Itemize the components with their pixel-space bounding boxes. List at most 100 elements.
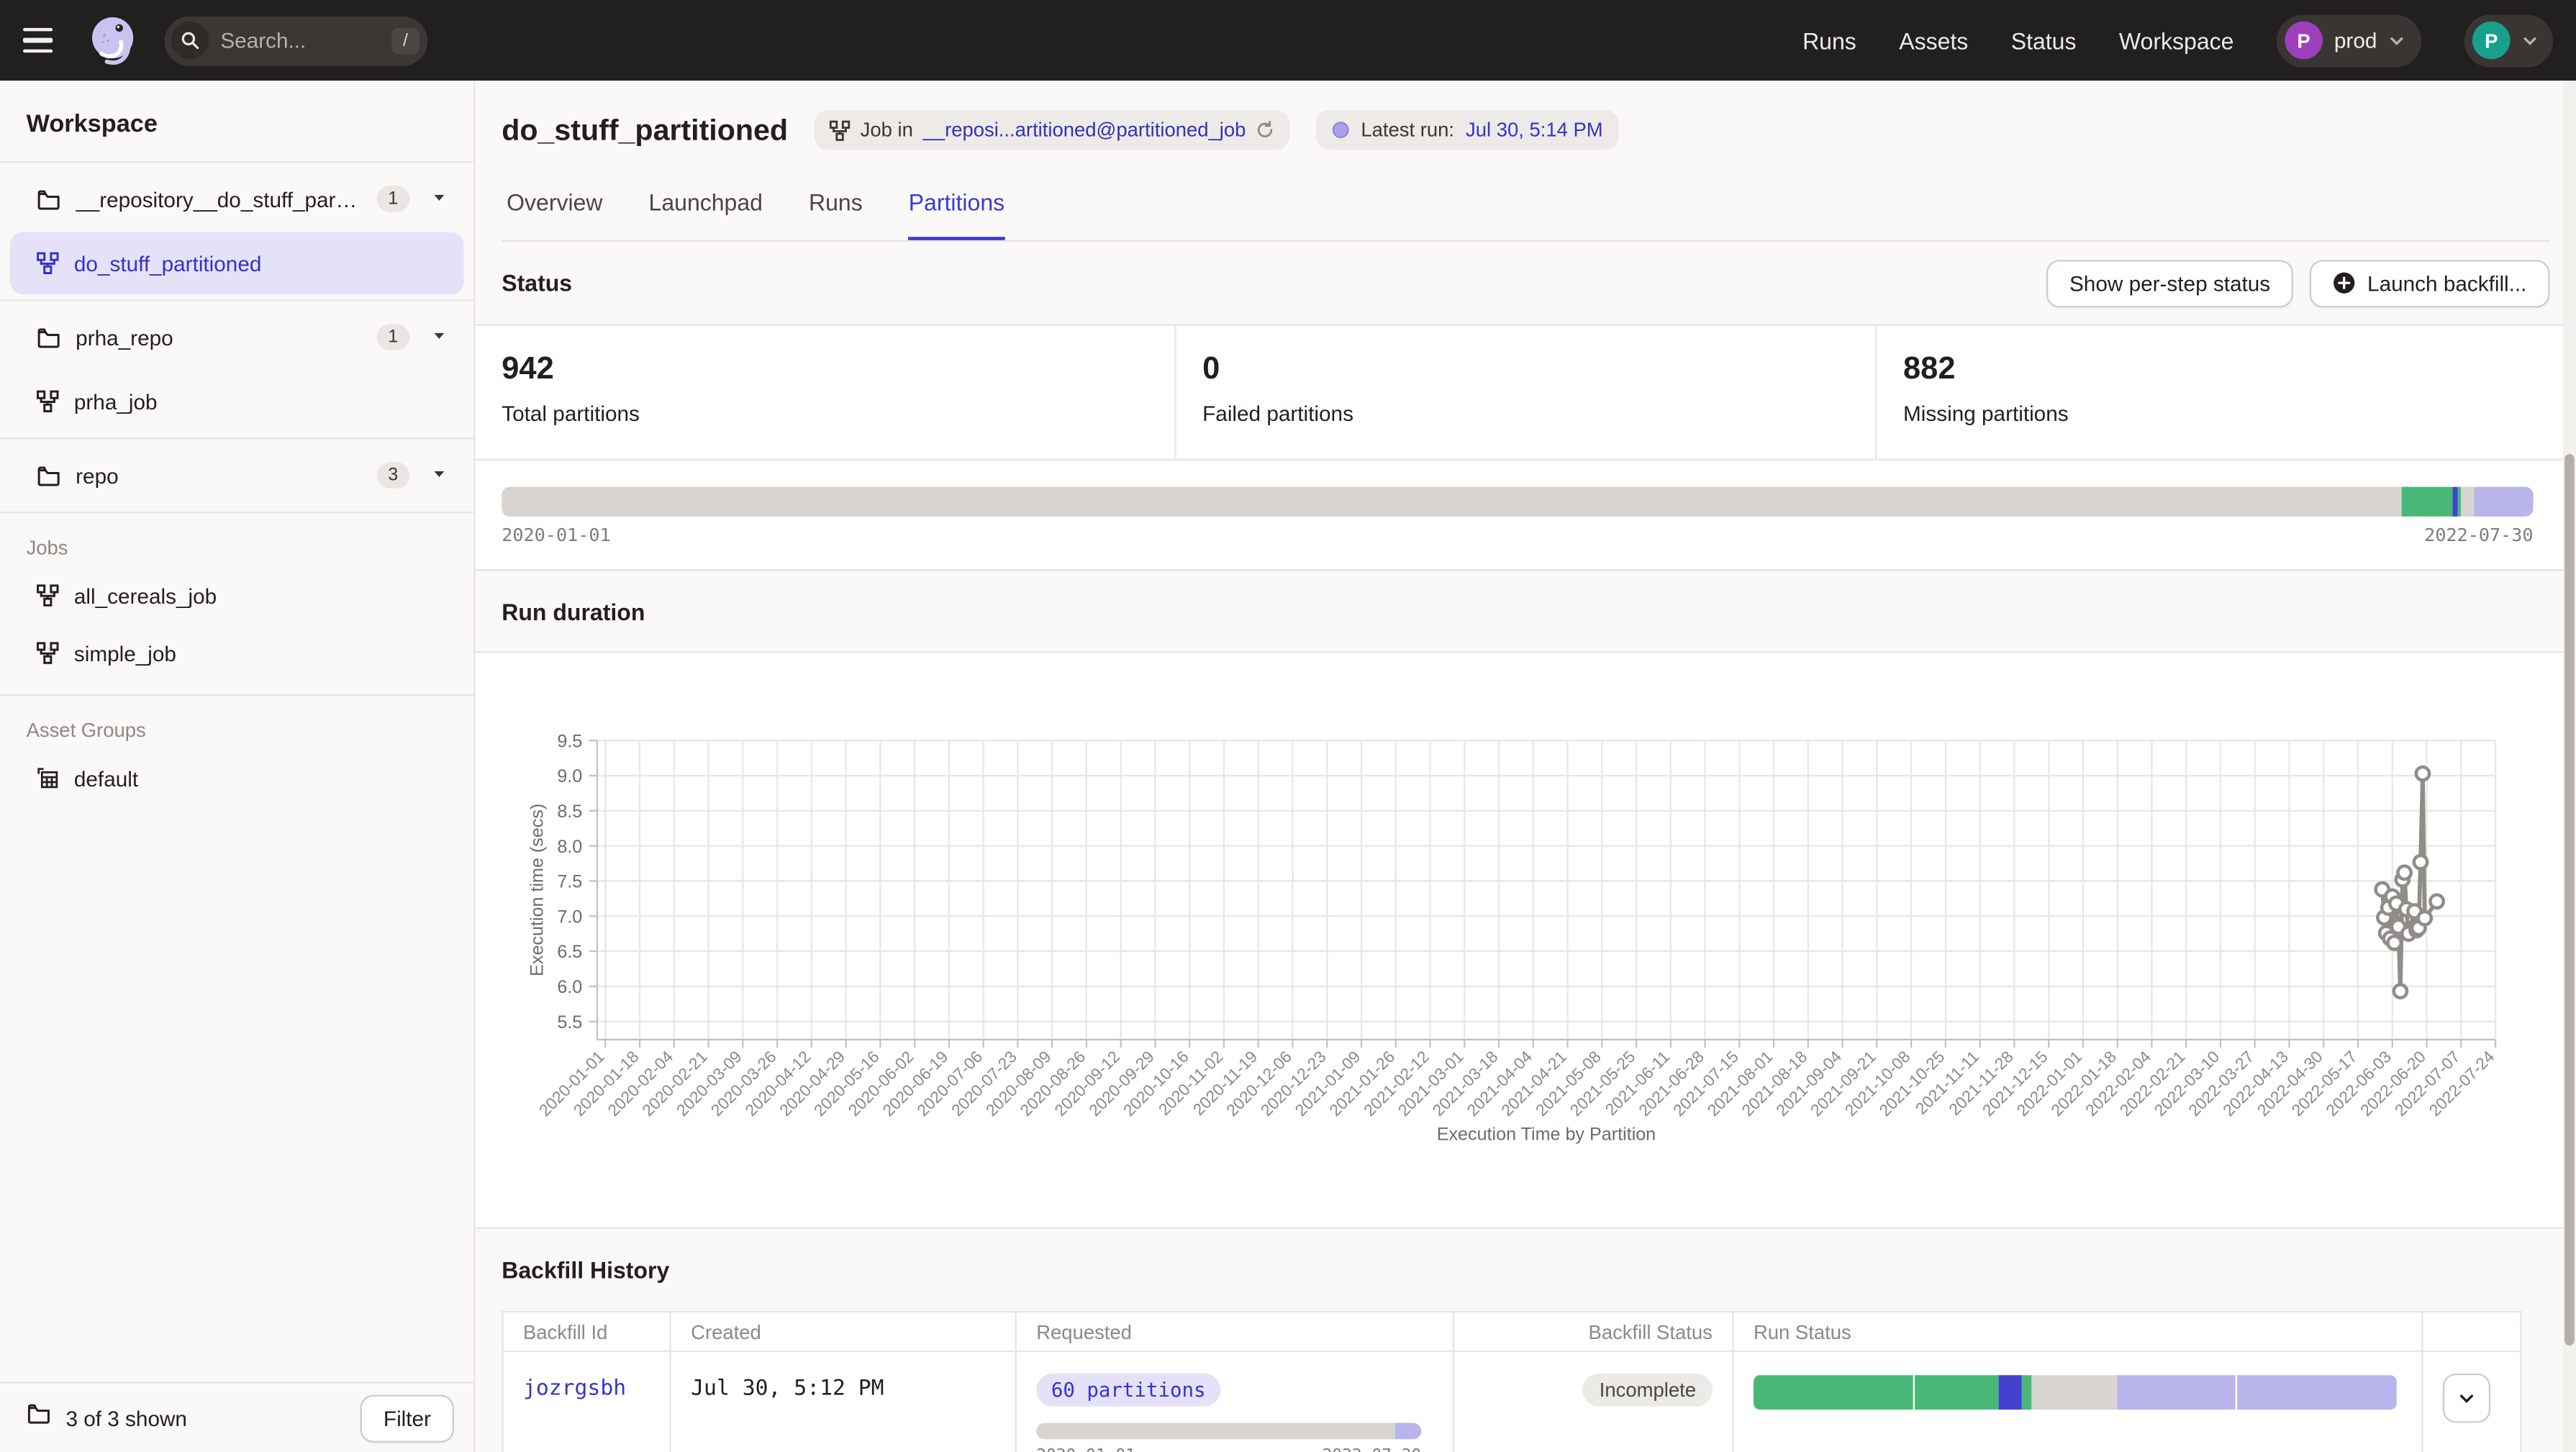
sidebar-footer: 3 of 3 shown Filter — [0, 1381, 473, 1452]
nav-link-runs[interactable]: Runs — [1802, 27, 1856, 54]
stat-label: Missing partitions — [1903, 401, 2536, 426]
nav-link-assets[interactable]: Assets — [1899, 27, 1968, 54]
folder-icon — [36, 325, 60, 350]
caret-down-icon[interactable] — [431, 322, 448, 352]
bar-segment-green — [2402, 487, 2452, 517]
caret-down-icon[interactable] — [431, 184, 448, 214]
requested-partitions-badge[interactable]: 60 partitions — [1036, 1374, 1220, 1407]
bar-segment-lavender — [1394, 1422, 1421, 1439]
deployment-name: prod — [2334, 28, 2377, 53]
stat-total-partitions: 942Total partitions — [476, 326, 1176, 459]
search-icon — [171, 22, 209, 60]
svg-text:Execution Time by Partition: Execution Time by Partition — [1437, 1124, 1656, 1144]
job-icon — [829, 119, 851, 141]
bar-segment-gray — [1036, 1422, 1394, 1439]
bar-segment-gray — [2460, 487, 2474, 517]
bar-segment-indigo — [2452, 487, 2458, 517]
sidebar-item-prha-repo[interactable]: prha_repo 1 — [10, 306, 464, 368]
item-count-badge: 1 — [376, 186, 409, 212]
status-heading: Status — [502, 270, 2046, 296]
sidebar-item-all-cereals-job[interactable]: all_cereals_job — [10, 568, 464, 624]
folder-icon — [27, 1402, 51, 1435]
folder-icon — [36, 186, 60, 211]
svg-text:8.5: 8.5 — [557, 802, 582, 822]
backfill-status-badge: Incomplete — [1583, 1374, 1713, 1407]
tab-runs[interactable]: Runs — [809, 189, 863, 240]
refresh-icon[interactable] — [1256, 120, 1275, 140]
bar-segment-indigo — [1999, 1375, 2022, 1410]
caret-down-icon[interactable] — [431, 460, 448, 490]
tab-partitions[interactable]: Partitions — [909, 189, 1004, 240]
main-content: do_stuff_partitioned Job in __reposi...a… — [476, 81, 2576, 1452]
nav-link-workspace[interactable]: Workspace — [2119, 27, 2234, 54]
job-icon — [36, 642, 59, 665]
hamburger-menu-icon[interactable] — [23, 16, 73, 65]
sidebar-item-prha-job[interactable]: prha_job — [10, 370, 464, 432]
latest-run-link[interactable]: Jul 30, 5:14 PM — [1466, 119, 1603, 142]
tab-launchpad[interactable]: Launchpad — [649, 189, 763, 240]
run-status-bar[interactable] — [1754, 1375, 2397, 1410]
table-header-row: Backfill IdCreatedRequestedBackfill Stat… — [504, 1312, 2521, 1352]
partition-status-bar[interactable] — [502, 487, 2533, 517]
repo-count-label: 3 of 3 shown — [65, 1405, 345, 1430]
sidebar-item-label: repo — [76, 463, 361, 488]
latest-run-label: Latest run: — [1361, 119, 1454, 142]
requested-start-date: 2020-01-01 — [1036, 1448, 1135, 1452]
bar-segment-green — [1754, 1375, 1913, 1410]
sidebar-item-default[interactable]: default — [10, 750, 464, 806]
scrollbar-thumb[interactable] — [2564, 454, 2575, 1346]
bar-segment-green — [2023, 1375, 2032, 1410]
backfill-id-link[interactable]: jozrgsbh — [523, 1376, 626, 1401]
column-header-requested: Requested — [1017, 1312, 1454, 1351]
page-title: do_stuff_partitioned — [502, 113, 788, 148]
top-nav-links: Runs Assets Status Workspace P prod P — [1802, 14, 2553, 66]
column-header-actions — [2423, 1312, 2523, 1351]
dagster-logo-icon[interactable] — [86, 12, 142, 68]
job-icon — [36, 584, 59, 607]
item-count-badge: 3 — [376, 462, 409, 489]
bar-segment-green — [1914, 1375, 1999, 1410]
sidebar-item-label: prha_repo — [76, 325, 361, 350]
sidebar-item-label: all_cereals_job — [74, 583, 448, 607]
stat-value: 882 — [1903, 352, 2536, 388]
item-count-badge: 1 — [376, 324, 409, 350]
table-row: jozrgsbh Jul 30, 5:12 PM 60 partitions 2… — [504, 1352, 2521, 1452]
sidebar-item-label: simple_job — [74, 640, 448, 665]
stat-label: Failed partitions — [1202, 401, 1836, 426]
sidebar-item-repo[interactable]: repo 3 — [10, 444, 464, 507]
partition-stats: 942Total partitions0Failed partitions882… — [476, 324, 2576, 460]
partition-bar-start-date: 2020-01-01 — [502, 525, 610, 546]
sidebar-item--repository-do-stuff-partitio-[interactable]: __repository__do_stuff_partitio...1 — [10, 168, 464, 230]
column-header-created: Created — [671, 1312, 1017, 1351]
column-header-backfill-status: Backfill Status — [1454, 1312, 1734, 1351]
show-per-step-status-button[interactable]: Show per-step status — [2046, 259, 2293, 307]
sidebar-item-label: prha_job — [74, 389, 448, 414]
folder-icon — [36, 463, 60, 488]
run-duration-chart: 2020-01-012020-01-182020-02-042020-02-21… — [476, 653, 2576, 1229]
expand-row-button[interactable] — [2443, 1374, 2490, 1423]
workspace-sidebar: Workspace __repository__do_stuff_partiti… — [0, 81, 476, 1452]
filter-button[interactable]: Filter — [360, 1394, 454, 1441]
sidebar-item-do-stuff-partitioned[interactable]: do_stuff_partitioned — [10, 232, 464, 294]
search-placeholder: Search... — [220, 28, 391, 53]
user-menu[interactable]: P — [2464, 14, 2553, 66]
svg-text:7.5: 7.5 — [557, 872, 582, 892]
page-scrollbar[interactable] — [2563, 81, 2576, 1452]
sidebar-item-label: default — [74, 766, 448, 790]
nav-link-status[interactable]: Status — [2011, 27, 2077, 54]
bar-segment-lavender — [2238, 1375, 2397, 1410]
launch-backfill-button[interactable]: Launch backfill... — [2310, 259, 2549, 307]
stat-missing-partitions: 882 Missing partitions — [1877, 326, 2576, 459]
deployment-switcher[interactable]: P prod — [2277, 14, 2421, 66]
job-tag-link[interactable]: __reposi...artitioned@partitioned_job — [923, 119, 1246, 142]
tab-overview[interactable]: Overview — [507, 189, 602, 240]
stat-label: Total partitions — [502, 401, 1135, 426]
svg-text:9.5: 9.5 — [557, 731, 582, 751]
partition-bar-end-date: 2022-07-30 — [2424, 525, 2533, 546]
search-input[interactable]: Search... / — [165, 16, 428, 65]
svg-text:8.0: 8.0 — [557, 837, 582, 857]
sidebar-item-simple-job[interactable]: simple_job — [10, 625, 464, 681]
bar-segment-gray — [2031, 1375, 2117, 1410]
bar-segment-gray — [502, 487, 2402, 517]
chevron-down-icon — [2457, 1389, 2475, 1407]
